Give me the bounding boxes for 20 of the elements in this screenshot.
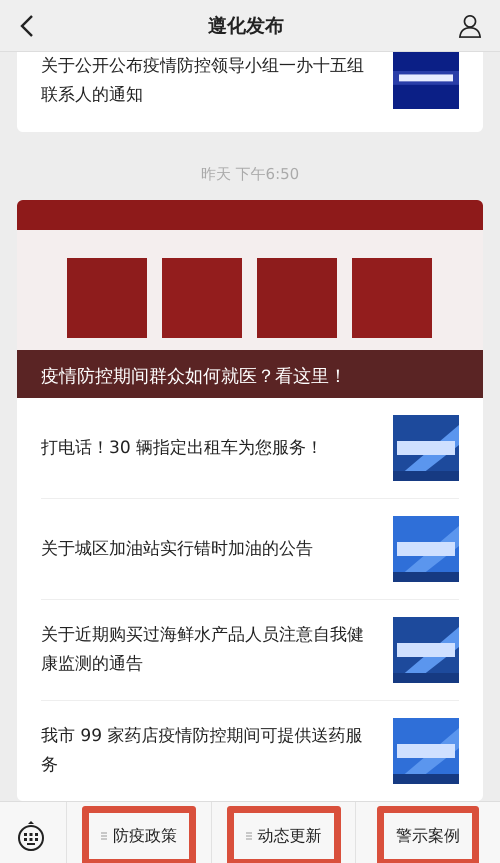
back-icon[interactable] [20, 14, 34, 38]
menu-button[interactable]: 动态更新 [226, 806, 340, 863]
article-card[interactable]: 关于公开公布疫情防控领导小组一办十五组联系人的通知 [17, 52, 483, 132]
profile-icon[interactable] [458, 14, 482, 38]
account-title: 遵化发布 [208, 14, 284, 38]
article-item[interactable]: 关于近期购买过海鲜水产品人员注意自我健康监测的通告 [41, 599, 459, 700]
submenu-icon [246, 832, 252, 840]
article-item[interactable]: 关于城区加油站实行错时加油的公告 [41, 498, 459, 599]
article-title: 打电话！30 辆指定出租车为您服务！ [41, 436, 324, 460]
article-item[interactable]: 我市 99 家药店疫情防控期间可提供送药服务 [41, 700, 459, 801]
article-title: 我市 99 家药店疫情防控期间可提供送药服务 [41, 725, 364, 777]
article-item[interactable]: 打电话！30 辆指定出租车为您服务！ [17, 398, 483, 498]
article-title: 关于近期购买过海鲜水产品人员注意自我健康监测的通告 [41, 624, 365, 676]
article-title: 关于城区加油站实行错时加油的公告 [41, 538, 314, 560]
keyboard-icon[interactable] [16, 820, 46, 852]
menu-button[interactable]: 警示案例 [377, 806, 480, 863]
submenu-icon [100, 832, 107, 840]
menu-button[interactable]: 防疫政策 [82, 806, 196, 863]
article-title: 关于公开公布疫情防控领导小组一办十五组联系人的通知 [41, 55, 365, 107]
timestamp: 昨天 下午6:50 [200, 164, 300, 185]
